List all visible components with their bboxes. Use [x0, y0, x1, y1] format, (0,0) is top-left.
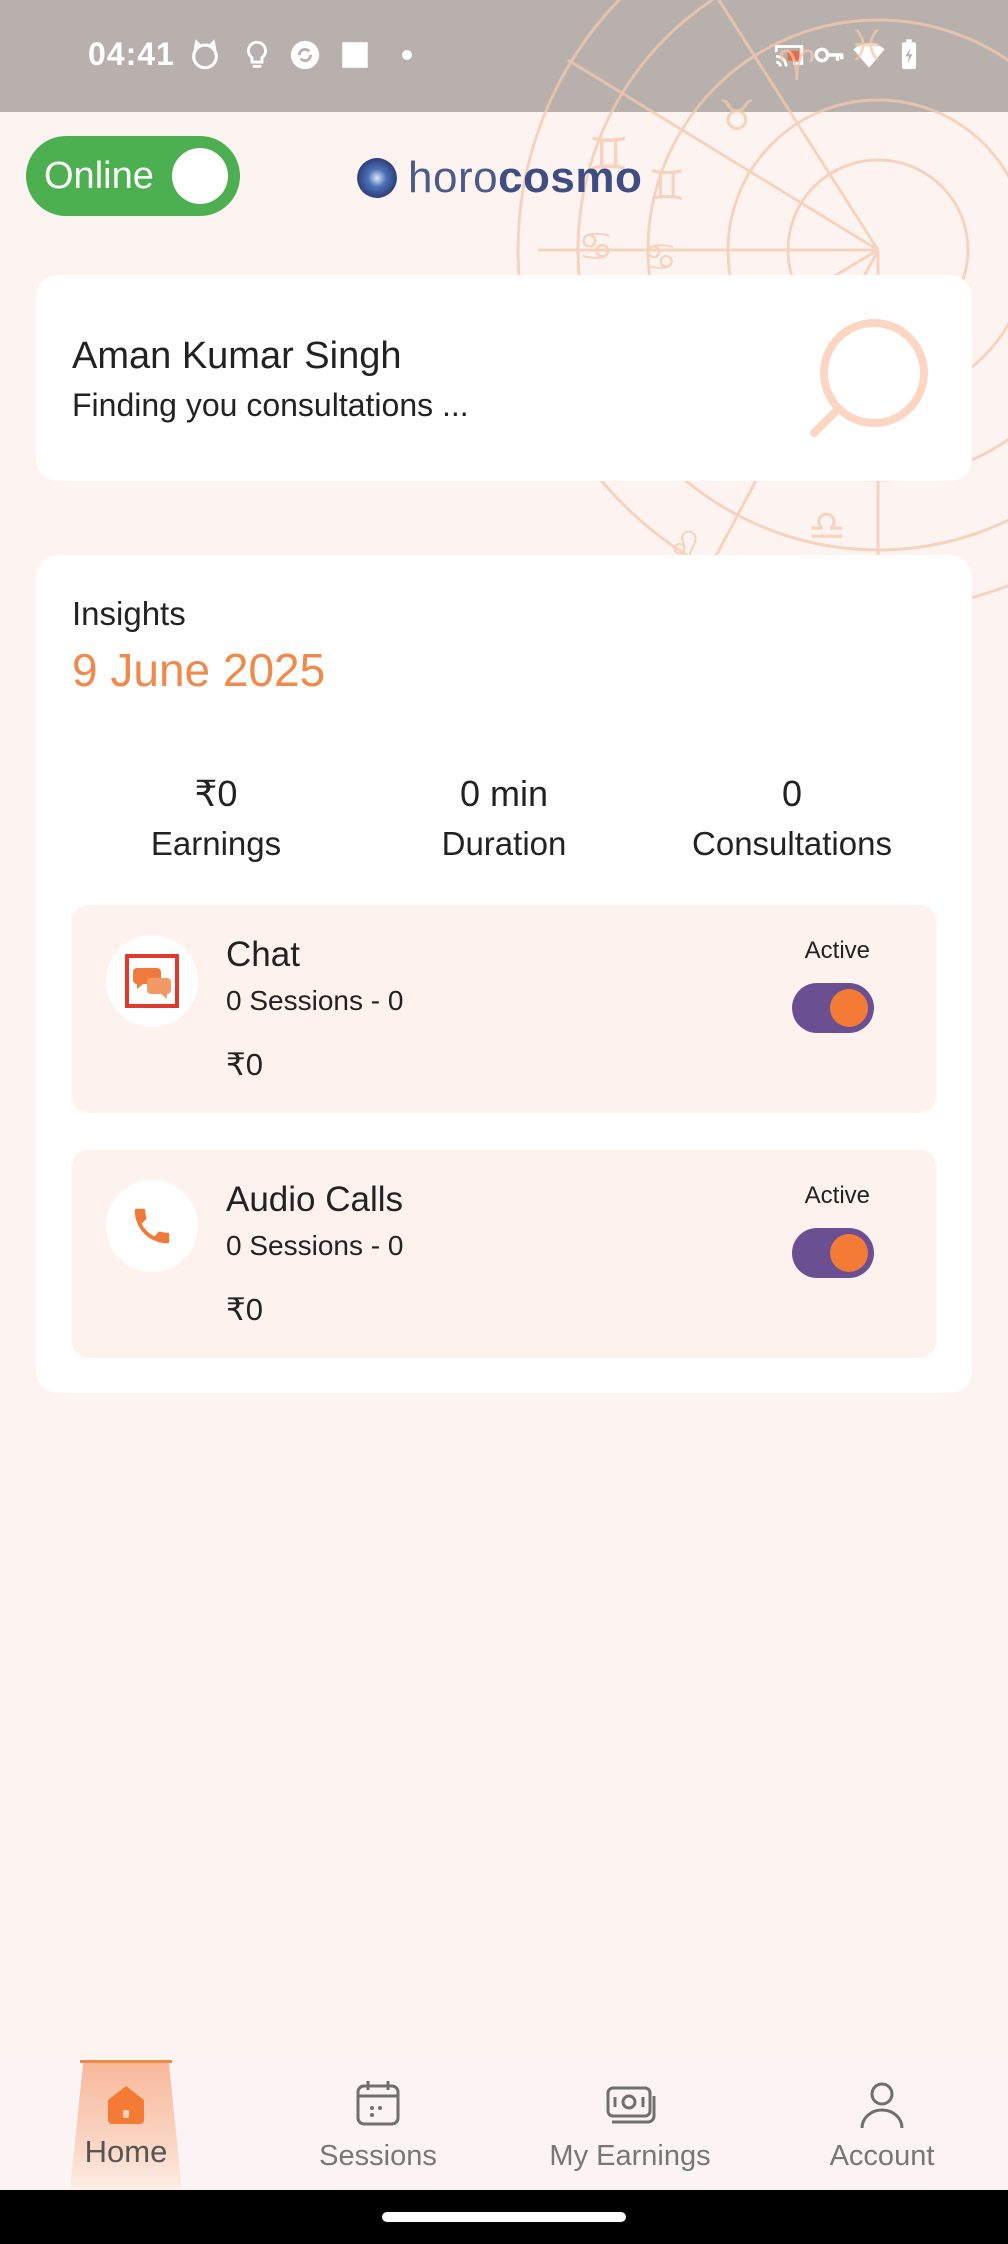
sync-app-icon: [288, 38, 322, 72]
online-label: Online: [44, 154, 154, 197]
bottom-nav: Home Sessions My Earnings Account: [0, 2060, 1008, 2190]
nav-label: Home: [84, 2134, 168, 2169]
battery-charging-icon: [892, 38, 926, 72]
service-title: Chat: [226, 935, 300, 974]
svg-text:♋: ♋: [578, 225, 614, 269]
svg-text:♊: ♊: [648, 162, 686, 209]
search-icon: [810, 319, 928, 437]
insights-label: Insights: [72, 595, 186, 632]
cat-face-icon: [188, 38, 222, 72]
service-status-label: Active: [804, 937, 870, 964]
money-icon: [606, 2086, 656, 2124]
service-audio-calls: Audio Calls 0 Sessions - 0 ₹0 Active: [72, 1150, 936, 1358]
svg-text:♎: ♎: [808, 502, 846, 549]
nav-home[interactable]: Home: [0, 2060, 252, 2190]
service-sessions: 0 Sessions - 0: [226, 985, 404, 1016]
nav-active-bar: [80, 2060, 172, 2063]
stat-earnings: ₹0 Earnings: [66, 773, 366, 863]
nav-label: Account: [829, 2140, 935, 2172]
brand-logo: horocosmo: [356, 148, 642, 208]
phone-icon: [106, 1180, 198, 1272]
stat-label: Earnings: [150, 825, 282, 862]
profile-name: Aman Kumar Singh: [72, 335, 402, 377]
toggle-knob: [830, 1234, 868, 1272]
service-sessions: 0 Sessions - 0: [226, 1230, 404, 1261]
user-icon: [860, 2082, 904, 2129]
profile-card: Aman Kumar Singh Finding you consultatio…: [36, 275, 972, 481]
stat-consultations: 0 Consultations: [642, 773, 942, 863]
calendar-icon: [356, 2081, 400, 2126]
stat-label: Duration: [441, 825, 567, 862]
nav-label: My Earnings: [549, 2140, 711, 2172]
home-gesture-handle[interactable]: [382, 2212, 626, 2222]
service-title: Audio Calls: [226, 1180, 404, 1219]
nav-sessions[interactable]: Sessions: [252, 2060, 504, 2190]
lightbulb-icon: [240, 38, 274, 72]
stat-value: ₹0: [194, 773, 238, 814]
service-earnings: ₹0: [226, 1292, 263, 1327]
online-toggle-knob: [172, 148, 228, 204]
stat-value: 0 min: [459, 773, 549, 814]
brand-name: horocosmo: [408, 153, 643, 202]
status-time: 04:41: [88, 36, 175, 72]
service-earnings: ₹0: [226, 1047, 263, 1082]
chat-active-toggle[interactable]: [792, 983, 874, 1033]
vpn-key-icon: [812, 38, 846, 72]
service-chat: Chat 0 Sessions - 0 ₹0 Active: [72, 905, 936, 1113]
dot-icon: [390, 38, 424, 72]
horocosmo-logo-icon: [357, 158, 397, 198]
stat-value: 0: [781, 773, 803, 814]
nav-my-earnings[interactable]: My Earnings: [504, 2060, 756, 2190]
gesture-bar-area: [0, 2190, 1008, 2244]
stat-label: Consultations: [692, 825, 892, 862]
home-icon: [108, 2086, 144, 2124]
service-status-label: Active: [804, 1182, 870, 1209]
audio-calls-active-toggle[interactable]: [792, 1228, 874, 1278]
stat-duration: 0 min Duration: [354, 773, 654, 863]
chat-bubbles-icon: [106, 935, 198, 1027]
insights-date: 9 June 2025: [72, 644, 326, 696]
wifi-icon: [852, 38, 886, 72]
square-icon: [338, 38, 372, 72]
profile-status: Finding you consultations ...: [72, 387, 469, 423]
insights-card: Insights 9 June 2025 ₹0 Earnings 0 min D…: [36, 555, 972, 1393]
nav-label: Sessions: [319, 2140, 437, 2172]
online-toggle[interactable]: Online: [26, 136, 240, 216]
svg-text:♋: ♋: [643, 237, 677, 279]
toggle-knob: [830, 989, 868, 1027]
cast-icon: [772, 38, 806, 72]
status-bar: 04:41: [0, 0, 1008, 112]
nav-account[interactable]: Account: [756, 2060, 1008, 2190]
